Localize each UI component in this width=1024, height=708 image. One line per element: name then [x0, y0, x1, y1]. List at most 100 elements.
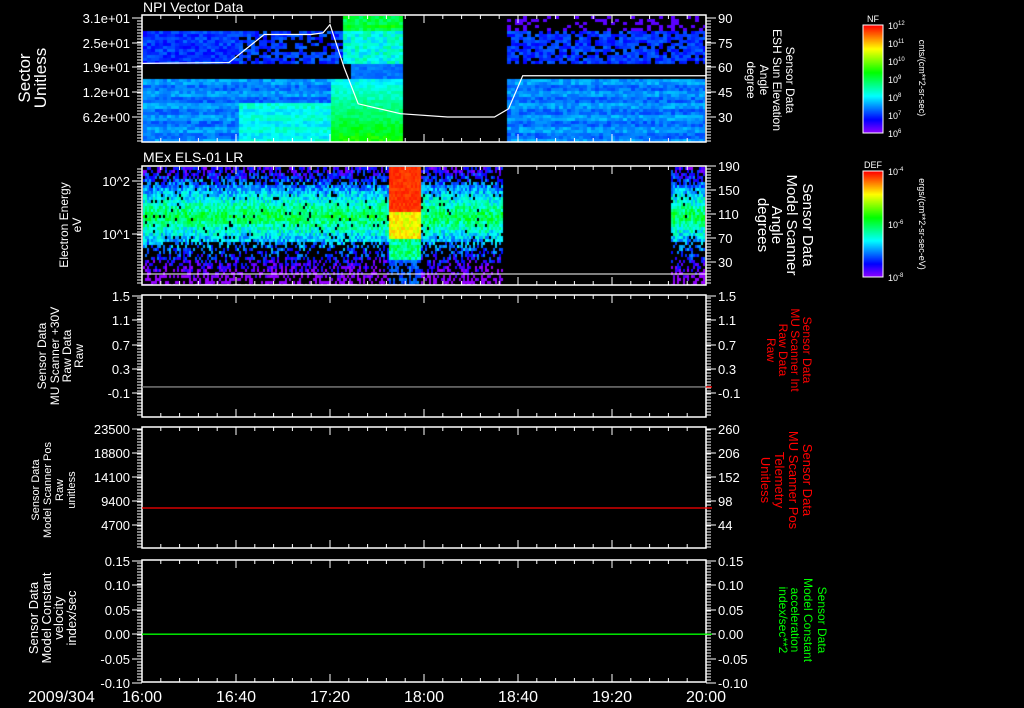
- y2-axis-label: Telemetry: [772, 452, 787, 509]
- y2-axis-label: Raw: [764, 338, 778, 362]
- y-axis-label: Raw: [72, 344, 86, 368]
- y-axis-label: Sensor Data: [30, 459, 42, 521]
- panel-frame-1: [141, 14, 707, 143]
- y2-axis-label: Sensor Data: [815, 587, 829, 654]
- y-axis-label: Electron Energy: [57, 182, 71, 267]
- y2-axis-label: ESH Sun Elevation: [770, 29, 784, 131]
- y-axis-label: Sensor Data: [35, 322, 49, 389]
- y-axis-label: Unitless: [31, 48, 50, 108]
- colorbar-tick-label: 10-6: [888, 220, 904, 230]
- y-tick-label: 1.2e+01: [83, 85, 130, 100]
- y2-tick-label: 0.15: [718, 554, 743, 569]
- y2-axis-label: Sensor Data: [783, 47, 797, 114]
- y-tick-label: 1.1: [112, 313, 130, 328]
- sun-elevation-line: [141, 23, 706, 118]
- y2-axis-label: Model Constant: [801, 578, 815, 663]
- colorbar-frame: [862, 170, 884, 278]
- panel1-title: NPI Vector Data: [143, 0, 244, 15]
- y-axis-label: eV: [70, 218, 84, 233]
- y2-axis-label: Angle: [757, 65, 771, 96]
- y2-tick-label: 60: [718, 60, 732, 75]
- y2-tick-label: 110: [718, 207, 739, 222]
- y2-tick-label: 90: [718, 11, 732, 26]
- y-tick-label: 10^1: [102, 227, 130, 242]
- y2-axis-label: degrees: [754, 198, 771, 252]
- y2-tick-label: 70: [718, 231, 732, 246]
- panel-frame-5: [141, 559, 707, 683]
- nf-colorbar-units: cnts/(cm**2-sr-sec): [917, 40, 927, 117]
- colorbar-tick-label: 10-4: [888, 167, 904, 177]
- y2-axis-label: Sensor Data: [800, 444, 815, 517]
- colorbar-tick-label: 1010: [888, 57, 905, 67]
- colorbar-frame: [862, 24, 884, 134]
- y2-axis-label: MU Scanner Pos: [786, 431, 801, 530]
- y2-tick-label: 98: [718, 494, 732, 509]
- y-tick-label: 2.5e+01: [83, 36, 130, 51]
- y-tick-label: 0.3: [112, 362, 130, 377]
- x-tick-label: 18:40: [498, 689, 538, 706]
- colorbar-tick-label: 1011: [888, 39, 905, 49]
- colorbar-tick-label: 109: [888, 75, 902, 85]
- panel-frame-3: [141, 294, 707, 418]
- y2-tick-label: 45: [718, 85, 732, 100]
- y2-tick-label: -0.1: [718, 386, 740, 401]
- y-tick-label: 0.7: [112, 338, 130, 353]
- y-tick-label: 14100: [94, 470, 130, 485]
- y2-tick-label: 0.10: [718, 578, 743, 593]
- y2-tick-label: 206: [718, 446, 740, 461]
- nf-colorbar-label: NF: [867, 14, 879, 24]
- y-tick-label: 6.2e+00: [83, 110, 130, 125]
- y2-tick-label: 75: [718, 36, 732, 51]
- def-colorbar-units: ergs/(cm**2-sr-sec-eV): [917, 178, 927, 270]
- y2-axis-label: Sensor Data: [799, 183, 816, 267]
- y-tick-label: 18800: [94, 446, 130, 461]
- y2-tick-label: 1.5: [718, 289, 736, 304]
- y-tick-label: -0.1: [108, 386, 130, 401]
- y2-tick-label: 150: [718, 183, 740, 198]
- y2-axis-label: degree: [744, 61, 758, 99]
- y2-tick-label: 44: [718, 518, 732, 533]
- plot-overlay: NPI Vector Data MEx ELS-01 LR NF DEF cnt…: [15, 0, 927, 706]
- y-tick-label: 0.10: [105, 578, 130, 593]
- y-axis-label: Model Scanner Pos: [42, 442, 54, 538]
- y2-tick-label: 152: [718, 470, 740, 485]
- colorbar-tick-label: 106: [888, 129, 902, 139]
- y-tick-label: 3.1e+01: [83, 11, 130, 26]
- panel-frame-4: [141, 426, 707, 549]
- y2-tick-label: 0.3: [718, 362, 736, 377]
- x-tick-label: 16:00: [122, 689, 162, 706]
- panel2-title: MEx ELS-01 LR: [143, 149, 243, 165]
- x-tick-label: 16:40: [216, 689, 256, 706]
- x-tick-label: 17:20: [310, 689, 350, 706]
- colorbar-tick-label: 1012: [888, 21, 905, 31]
- y-tick-label: 10^2: [102, 174, 130, 189]
- y2-tick-label: 0.05: [718, 603, 743, 618]
- y2-tick-label: -0.05: [718, 652, 748, 667]
- y-axis-label: unitless: [66, 471, 78, 509]
- y-tick-label: 4700: [101, 518, 130, 533]
- x-tick-label: 19:20: [592, 689, 632, 706]
- y2-axis-label: index/sec**2: [776, 587, 790, 654]
- y-tick-label: 0.05: [105, 603, 130, 618]
- y-tick-label: 1.5: [112, 289, 130, 304]
- def-colorbar-label: DEF: [864, 160, 883, 170]
- colorbar-tick-label: 10-8: [888, 273, 904, 283]
- y2-tick-label: 30: [718, 110, 732, 125]
- y-tick-label: 0.00: [105, 627, 130, 642]
- x-tick-label: 18:00: [404, 689, 444, 706]
- y2-tick-label: 30: [718, 255, 732, 270]
- x-tick-label: 20:00: [686, 689, 726, 706]
- y2-tick-label: 190: [718, 159, 740, 174]
- x-axis-date: 2009/304: [28, 689, 95, 706]
- y-tick-label: 1.9e+01: [83, 60, 130, 75]
- y-axis-label: Raw: [54, 479, 66, 501]
- panel-frame-2: [141, 165, 707, 286]
- y2-tick-label: 0.00: [718, 627, 743, 642]
- y-tick-label: 23500: [94, 422, 130, 437]
- y2-axis-label: Unitless: [758, 457, 773, 504]
- plot-window: NPI Vector Data MEx ELS-01 LR NF DEF cnt…: [0, 0, 1024, 708]
- colorbar-tick-label: 107: [888, 111, 902, 121]
- y-tick-label: -0.05: [100, 652, 130, 667]
- y2-tick-label: 0.7: [718, 338, 736, 353]
- y-axis-label: index/sec: [64, 590, 79, 645]
